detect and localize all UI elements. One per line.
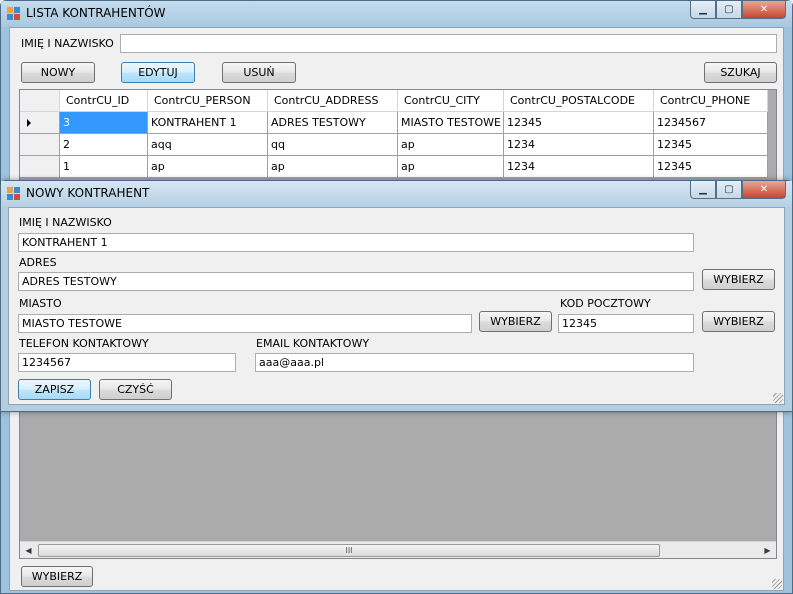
- row-header[interactable]: [20, 112, 60, 134]
- postal-code-input[interactable]: 12345: [558, 314, 694, 333]
- column-header-city[interactable]: ContrCU_CITY: [398, 90, 504, 112]
- edit-button[interactable]: EDYTUJ: [121, 62, 195, 83]
- close-icon: ✕: [759, 184, 769, 195]
- cell-city[interactable]: ap: [398, 134, 504, 156]
- minimize-icon: ▁: [699, 184, 707, 195]
- table-row[interactable]: 3 KONTRAHENT 1 ADRES TESTOWY MIASTO TEST…: [20, 112, 768, 134]
- maximize-button[interactable]: ▢: [716, 1, 742, 19]
- cell-person[interactable]: aqq: [148, 134, 268, 156]
- cell-address[interactable]: qq: [268, 134, 398, 156]
- scroll-right-button[interactable]: ▶: [759, 542, 776, 558]
- cell-address[interactable]: ap: [268, 156, 398, 178]
- arrow-left-icon: ◀: [25, 545, 32, 555]
- save-button[interactable]: ZAPISZ: [18, 379, 91, 400]
- name-label: IMIĘ I NAZWISKO: [19, 216, 112, 229]
- choose-city-button[interactable]: WYBIERZ: [479, 311, 552, 332]
- scroll-left-button[interactable]: ◀: [20, 542, 37, 558]
- grid-corner-header[interactable]: [20, 90, 60, 112]
- phone-input[interactable]: 1234567: [18, 353, 236, 372]
- column-header-address[interactable]: ContrCU_ADDRESS: [268, 90, 398, 112]
- email-input[interactable]: aaa@aaa.pl: [255, 353, 694, 372]
- city-label: MIASTO: [19, 297, 62, 310]
- cell-postalcode[interactable]: 1234: [504, 156, 654, 178]
- dialog-client-area: IMIĘ I NAZWISKO KONTRAHENT 1 ADRES ADRES…: [8, 207, 785, 405]
- close-button[interactable]: ✕: [742, 1, 786, 19]
- search-name-label: IMIĘ I NAZWISKO: [21, 37, 114, 50]
- maximize-icon: ▢: [724, 184, 734, 195]
- name-input[interactable]: KONTRAHENT 1: [18, 233, 694, 252]
- cell-postalcode[interactable]: 12345: [504, 112, 654, 134]
- postal-code-label: KOD POCZTOWY: [560, 297, 651, 310]
- cell-person[interactable]: ap: [148, 156, 268, 178]
- phone-label: TELEFON KONTAKTOWY: [19, 337, 149, 350]
- search-name-input[interactable]: [120, 34, 777, 53]
- city-input[interactable]: MIASTO TESTOWE: [18, 314, 472, 333]
- main-window-title: LISTA KONTRAHENTÓW: [26, 6, 166, 20]
- minimize-icon: ▁: [699, 4, 707, 15]
- column-header-phone[interactable]: ContrCU_PHONE: [654, 90, 768, 112]
- table-row[interactable]: 1 ap ap ap 1234 12345: [20, 156, 768, 178]
- dialog-minimize-button[interactable]: ▁: [690, 181, 716, 199]
- dialog-close-button[interactable]: ✕: [742, 181, 786, 199]
- email-label: EMAIL KONTAKTOWY: [256, 337, 370, 350]
- arrow-right-icon: ▶: [764, 545, 771, 555]
- cell-phone[interactable]: 12345: [654, 134, 768, 156]
- column-header-postalcode[interactable]: ContrCU_POSTALCODE: [504, 90, 654, 112]
- cell-city[interactable]: MIASTO TESTOWE: [398, 112, 504, 134]
- row-header[interactable]: [20, 134, 60, 156]
- choose-postal-code-button[interactable]: WYBIERZ: [702, 311, 775, 332]
- close-icon: ✕: [759, 4, 769, 15]
- column-header-id[interactable]: ContrCU_ID: [60, 90, 148, 112]
- cell-postalcode[interactable]: 1234: [504, 134, 654, 156]
- cell-id[interactable]: 1: [60, 156, 148, 178]
- cell-id[interactable]: 2: [60, 134, 148, 156]
- cell-person[interactable]: KONTRAHENT 1: [148, 112, 268, 134]
- dialog-app-icon: [7, 187, 20, 200]
- select-contractor-button[interactable]: WYBIERZ: [21, 566, 93, 587]
- maximize-icon: ▢: [724, 4, 734, 15]
- cell-phone[interactable]: 12345: [654, 156, 768, 178]
- scrollbar-thumb[interactable]: III: [38, 544, 660, 557]
- resize-grip[interactable]: [772, 579, 782, 589]
- dialog-title: NOWY KONTRAHENT: [26, 186, 150, 200]
- minimize-button[interactable]: ▁: [690, 1, 716, 19]
- dialog-maximize-button[interactable]: ▢: [716, 181, 742, 199]
- address-label: ADRES: [19, 256, 57, 269]
- search-button[interactable]: SZUKAJ: [704, 62, 777, 83]
- choose-address-button[interactable]: WYBIERZ: [702, 269, 775, 290]
- cell-phone[interactable]: 1234567: [654, 112, 768, 134]
- clear-button[interactable]: CZYŚĆ: [99, 379, 172, 400]
- cell-address[interactable]: ADRES TESTOWY: [268, 112, 398, 134]
- new-button[interactable]: NOWY: [21, 62, 95, 83]
- delete-button[interactable]: USUŃ: [222, 62, 296, 83]
- dialog-titlebar[interactable]: NOWY KONTRAHENT ▁ ▢ ✕: [1, 181, 792, 207]
- row-header[interactable]: [20, 156, 60, 178]
- main-titlebar[interactable]: LISTA KONTRAHENTÓW ▁ ▢ ✕: [1, 1, 792, 27]
- new-contractor-dialog: NOWY KONTRAHENT ▁ ▢ ✕ IMIĘ I NAZWISKO KO…: [0, 180, 793, 412]
- grid-header-row: ContrCU_ID ContrCU_PERSON ContrCU_ADDRES…: [20, 90, 768, 112]
- cell-id[interactable]: 3: [60, 112, 148, 134]
- current-row-arrow-icon: [27, 119, 31, 127]
- app-icon: [7, 7, 20, 20]
- address-input[interactable]: ADRES TESTOWY: [18, 272, 694, 291]
- table-row[interactable]: 2 aqq qq ap 1234 12345: [20, 134, 768, 156]
- cell-city[interactable]: ap: [398, 156, 504, 178]
- grid-horizontal-scrollbar[interactable]: ◀ III ▶: [20, 541, 776, 558]
- column-header-person[interactable]: ContrCU_PERSON: [148, 90, 268, 112]
- dialog-resize-grip[interactable]: [773, 393, 783, 403]
